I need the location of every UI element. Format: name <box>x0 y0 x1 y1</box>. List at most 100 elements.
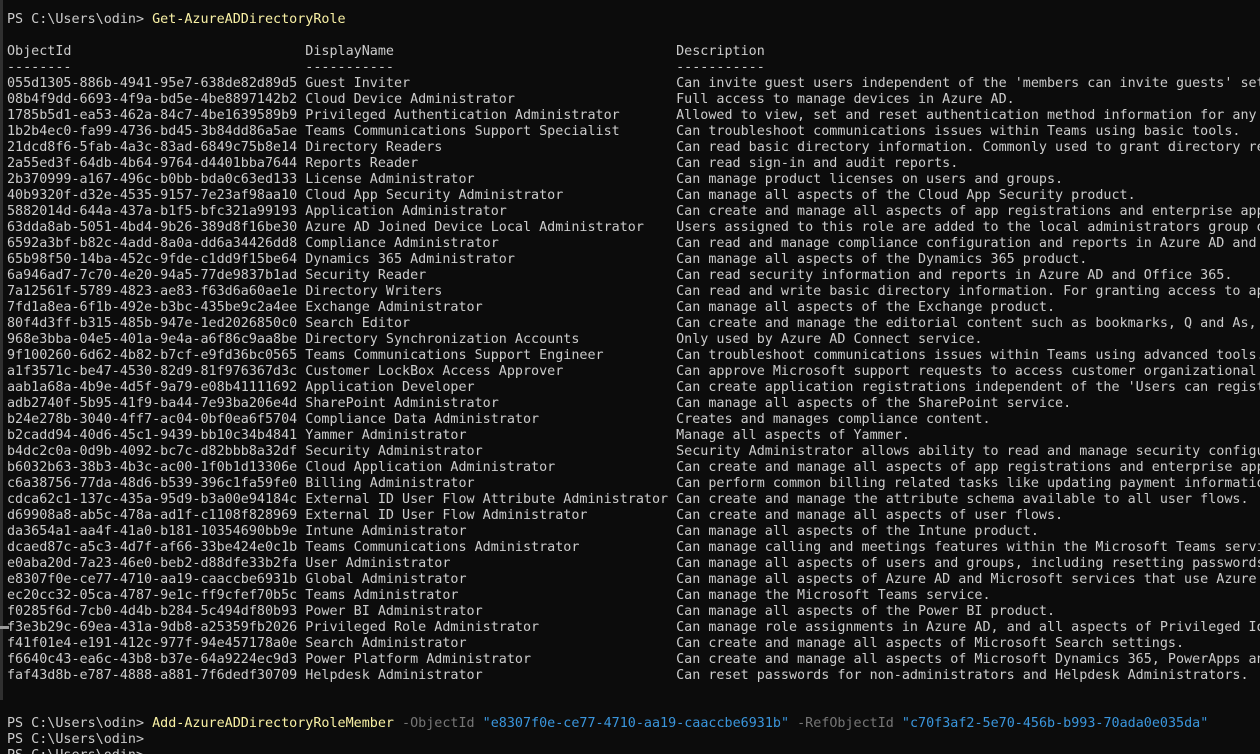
cell-objectid: 08b4f9dd-6693-4f9a-bd5e-4be8897142b2 <box>7 92 305 108</box>
cell-objectid: c6a38756-77da-48d6-b539-396c1fa59fe0 <box>7 476 305 492</box>
powershell-terminal-window[interactable]: PS C:\Users\odin> Get-AzureADDirectoryRo… <box>0 0 1260 754</box>
cell-objectid: faf43d8b-e787-4888-a881-7f6dedf30709 <box>7 668 305 684</box>
cell-displayname: Cloud Application Administrator <box>305 460 676 476</box>
table-row: 80f4d3ff-b315-485b-947e-1ed2026850c0Sear… <box>7 316 1260 332</box>
cell-description: Can create and manage all aspects of Mic… <box>676 652 1260 667</box>
cell-description: Can manage product licenses on users and… <box>676 172 1063 187</box>
table-row: 21dcd8f6-5fab-4a3c-83ad-6849c75b8e14Dire… <box>7 140 1260 156</box>
cell-description: Can read and manage compliance configura… <box>676 236 1260 251</box>
cell-displayname: Compliance Administrator <box>305 236 676 252</box>
cell-objectid: 6592a3bf-b82c-4add-8a0a-dd6a34426dd8 <box>7 236 305 252</box>
objectid-value: "e8307f0e-ce77-4710-aa19-caaccbe6931b" <box>483 716 789 731</box>
prompt: PS C:\Users\odin> <box>7 716 152 731</box>
command-line-add: PS C:\Users\odin> Add-AzureADDirectoryRo… <box>7 716 1260 732</box>
left-scrollbar-strip[interactable] <box>0 0 3 700</box>
cell-displayname: Directory Readers <box>305 140 676 156</box>
cell-objectid: b24e278b-3040-4ff7-ac04-0bf0ea6f5704 <box>7 412 305 428</box>
cell-displayname: Cloud App Security Administrator <box>305 188 676 204</box>
cell-description: Can manage all aspects of the Intune pro… <box>676 524 1039 539</box>
cell-displayname: External ID User Flow Administrator <box>305 508 676 524</box>
table-row: f6640c43-ea6c-43b8-b37e-64a9224ec9d3Powe… <box>7 652 1260 668</box>
table-header-underline: ------------------------------ <box>7 60 1260 76</box>
cell-displayname: Directory Writers <box>305 284 676 300</box>
cell-displayname: Exchange Administrator <box>305 300 676 316</box>
cell-description: Can manage calling and meetings features… <box>676 540 1260 555</box>
cell-objectid: 1b2b4ec0-fa99-4736-bd45-3b84dd86a5ae <box>7 124 305 140</box>
cell-description: Can reset passwords for non-administrato… <box>676 668 1248 683</box>
cell-objectid: 21dcd8f6-5fab-4a3c-83ad-6849c75b8e14 <box>7 140 305 156</box>
table-row: e0aba20d-7a23-46e0-beb2-d88dfe33b2faUser… <box>7 556 1260 572</box>
cell-objectid: adb2740f-5b95-41f9-ba44-7e93ba206e4d <box>7 396 305 412</box>
cell-displayname: Search Administrator <box>305 636 676 652</box>
cell-displayname: User Administrator <box>305 556 676 572</box>
table-row: f41f01e4-e191-412c-977f-94e457178a0eSear… <box>7 636 1260 652</box>
cell-objectid: d69908a8-ab5c-478a-ad1f-c1108f828969 <box>7 508 305 524</box>
table-row: 1785b5d1-ea53-462a-84c7-4be1639589b9Priv… <box>7 108 1260 124</box>
table-body: 055d1305-886b-4941-95e7-638de82d89d5Gues… <box>7 76 1260 684</box>
cell-objectid: 9f100260-6d62-4b82-b7cf-e9fd36bc0565 <box>7 348 305 364</box>
cell-description: Can read security information and report… <box>676 268 1232 283</box>
terminal-output: PS C:\Users\odin> Get-AzureADDirectoryRo… <box>7 12 1260 754</box>
table-row: dcaed87c-a5c3-4d7f-af66-33be424e0c1bTeam… <box>7 540 1260 556</box>
cell-objectid: cdca62c1-137c-435a-95d9-b3a00e94184c <box>7 492 305 508</box>
cell-displayname: Customer LockBox Access Approver <box>305 364 676 380</box>
blank-line <box>7 28 1260 44</box>
table-header-row: ObjectIdDisplayNameDescription <box>7 44 1260 60</box>
cell-displayname: Dynamics 365 Administrator <box>305 252 676 268</box>
table-row: b6032b63-38b3-4b3c-ac00-1f0b1d13306eClou… <box>7 460 1260 476</box>
cell-displayname: External ID User Flow Attribute Administ… <box>305 492 676 508</box>
table-row: adb2740f-5b95-41f9-ba44-7e93ba206e4dShar… <box>7 396 1260 412</box>
prompt: PS C:\Users\odin> <box>7 732 152 747</box>
cell-objectid: 40b9320f-d32e-4535-9157-7e23af98aa10 <box>7 188 305 204</box>
cell-description: Can manage all aspects of users and grou… <box>676 556 1260 571</box>
cell-objectid: b6032b63-38b3-4b3c-ac00-1f0b1d13306e <box>7 460 305 476</box>
prompt-line: PS C:\Users\odin> <box>7 732 1260 748</box>
cell-objectid: b2cadd94-40d6-45c1-9439-bb10c34b4841 <box>7 428 305 444</box>
cell-displayname: Teams Communications Administrator <box>305 540 676 556</box>
cell-objectid: f0285f6d-7cb0-4d4b-b284-5c494df80b93 <box>7 604 305 620</box>
cell-objectid: 6a946ad7-7c70-4e20-94a5-77de9837b1ad <box>7 268 305 284</box>
cell-description: Can read and write basic directory infor… <box>676 284 1260 299</box>
cell-description: Can read basic directory information. Co… <box>676 140 1260 155</box>
cell-displayname: Directory Synchronization Accounts <box>305 332 676 348</box>
cell-description: Can troubleshoot communications issues w… <box>676 124 1240 139</box>
table-row: cdca62c1-137c-435a-95d9-b3a00e94184cExte… <box>7 492 1260 508</box>
cell-displayname: Security Reader <box>305 268 676 284</box>
cell-objectid: a1f3571c-be47-4530-82d9-81f976367d3c <box>7 364 305 380</box>
table-row: 65b98f50-14ba-452c-9fde-c1dd9f15be64Dyna… <box>7 252 1260 268</box>
cell-objectid: e0aba20d-7a23-46e0-beb2-d88dfe33b2fa <box>7 556 305 572</box>
command-line-get: PS C:\Users\odin> Get-AzureADDirectoryRo… <box>7 12 1260 28</box>
cell-description: Security Administrator allows ability to… <box>676 444 1260 459</box>
table-row: ec20cc32-05ca-4787-9e1c-ff9cfef70b5cTeam… <box>7 588 1260 604</box>
add-azureaddirectoryrolemember-command: Add-AzureADDirectoryRoleMember <box>152 716 394 731</box>
cell-displayname: Power Platform Administrator <box>305 652 676 668</box>
table-row: f0285f6d-7cb0-4d4b-b284-5c494df80b93Powe… <box>7 604 1260 620</box>
table-row: 9f100260-6d62-4b82-b7cf-e9fd36bc0565Team… <box>7 348 1260 364</box>
cell-displayname: Teams Communications Support Specialist <box>305 124 676 140</box>
table-row: 968e3bba-04e5-401a-9e4a-a6f86c9aa8beDire… <box>7 332 1260 348</box>
cell-displayname: Billing Administrator <box>305 476 676 492</box>
cell-displayname: SharePoint Administrator <box>305 396 676 412</box>
cell-objectid: 7a12561f-5789-4823-ae83-f63d6a60ae1e <box>7 284 305 300</box>
cell-description: Can create and manage the editorial cont… <box>676 316 1260 331</box>
table-row: 1b2b4ec0-fa99-4736-bd45-3b84dd86a5aeTeam… <box>7 124 1260 140</box>
table-row: 40b9320f-d32e-4535-9157-7e23af98aa10Clou… <box>7 188 1260 204</box>
cell-displayname: Yammer Administrator <box>305 428 676 444</box>
table-row: 63dda8ab-5051-4bd4-9b26-389d8f16be30Azur… <box>7 220 1260 236</box>
table-row: e8307f0e-ce77-4710-aa19-caaccbe6931bGlob… <box>7 572 1260 588</box>
underline-description: ----------- <box>676 60 765 75</box>
cell-objectid: 65b98f50-14ba-452c-9fde-c1dd9f15be64 <box>7 252 305 268</box>
table-row: 6592a3bf-b82c-4add-8a0a-dd6a34426dd8Comp… <box>7 236 1260 252</box>
cell-description: Can invite guest users independent of th… <box>676 76 1260 91</box>
underline-displayname: ----------- <box>305 60 676 76</box>
cell-description: Can create and manage all aspects of Mic… <box>676 636 1184 651</box>
cell-objectid: 1785b5d1-ea53-462a-84c7-4be1639589b9 <box>7 108 305 124</box>
cell-objectid: f3e3b29c-69ea-431a-9db8-a25359fb2026 <box>7 620 305 636</box>
cell-objectid: 055d1305-886b-4941-95e7-638de82d89d5 <box>7 76 305 92</box>
cell-objectid: 63dda8ab-5051-4bd4-9b26-389d8f16be30 <box>7 220 305 236</box>
table-row: c6a38756-77da-48d6-b539-396c1fa59fe0Bill… <box>7 476 1260 492</box>
table-row: faf43d8b-e787-4888-a881-7f6dedf30709Help… <box>7 668 1260 684</box>
cell-description: Can approve Microsoft support requests t… <box>676 364 1260 379</box>
cell-displayname: Reports Reader <box>305 156 676 172</box>
cell-description: Can manage all aspects of Azure AD and M… <box>676 572 1260 587</box>
